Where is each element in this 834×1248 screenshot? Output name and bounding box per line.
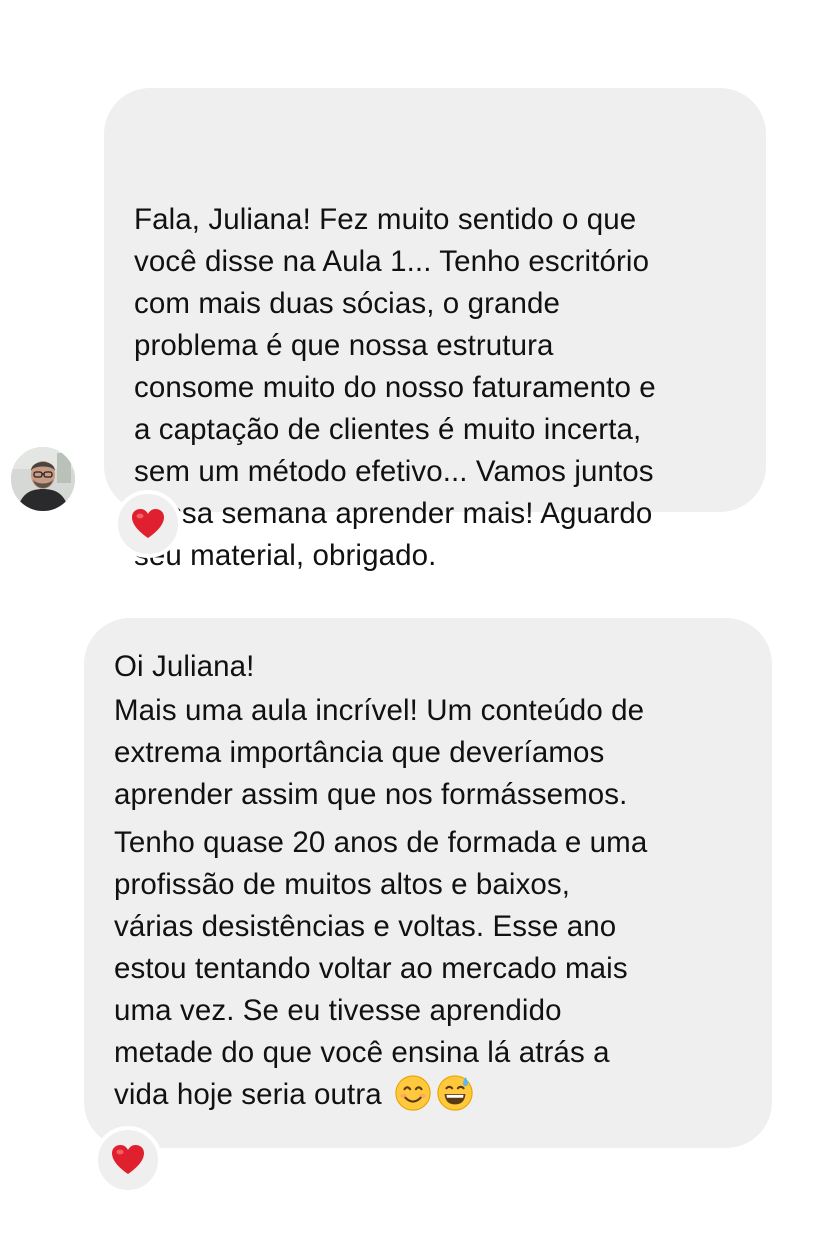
message-paragraph: Tenho quase 20 anos de formada e uma pro… — [114, 822, 647, 1116]
message-line: a captação de clientes é muito incerta, — [134, 413, 642, 446]
message-line: Fala, Juliana! Fez muito sentido o que — [134, 203, 637, 236]
message-paragraph: Mais uma aula incrível! Um conteúdo de e… — [114, 690, 644, 816]
message-bubble[interactable]: Oi Juliana! Mais uma aula incrível! Um c… — [84, 618, 772, 1148]
message-line: consome muito do nosso faturamento e — [134, 371, 656, 404]
reaction-badge[interactable] — [94, 1126, 162, 1194]
smiling-face-emoji — [395, 1075, 431, 1111]
message-line-text: vida hoje seria outra — [114, 1078, 382, 1111]
message-line: uma vez. Se eu tivesse aprendido — [114, 994, 562, 1027]
message-line: seu material, obrigado. — [134, 539, 437, 572]
message-line: aprender assim que nos formássemos. — [114, 778, 628, 811]
message-line: Tenho quase 20 anos de formada e uma — [114, 826, 648, 859]
heart-icon — [132, 509, 164, 538]
message-paragraph: Oi Juliana! — [114, 646, 254, 688]
message-bubble[interactable]: Fala, Juliana! Fez muito sentido o que v… — [104, 88, 766, 572]
message-line: estou tentando voltar ao mercado mais — [114, 952, 628, 985]
message-line: metade do que você ensina lá atrás a — [114, 1036, 610, 1069]
message-line: problema é que nossa estrutura — [134, 329, 554, 362]
reaction-badge[interactable] — [114, 490, 182, 558]
message-line: profissão de muitos altos e baixos, — [114, 868, 571, 901]
avatar[interactable] — [11, 447, 75, 511]
message-line: extrema importância que deveríamos — [114, 736, 605, 769]
message-line: você disse na Aula 1... Tenho escritório — [134, 245, 650, 278]
message-line: com mais duas sócias, o grande — [134, 287, 561, 320]
avatar-photo — [11, 447, 75, 511]
heart-icon — [112, 1145, 144, 1174]
grinning-sweat-emoji — [437, 1075, 473, 1111]
message-line: várias desistências e voltas. Esse ano — [114, 910, 617, 943]
message-line: sem um método efetivo... Vamos juntos — [134, 455, 654, 488]
message-line: nessa semana aprender mais! Aguardo — [134, 497, 653, 530]
message-line: Mais uma aula incrível! Um conteúdo de — [114, 694, 645, 727]
message-line: vida hoje seria outra — [114, 1074, 647, 1116]
message-line: Oi Juliana! — [114, 650, 255, 683]
message-text: Fala, Juliana! Fez muito sentido o que v… — [134, 199, 656, 577]
